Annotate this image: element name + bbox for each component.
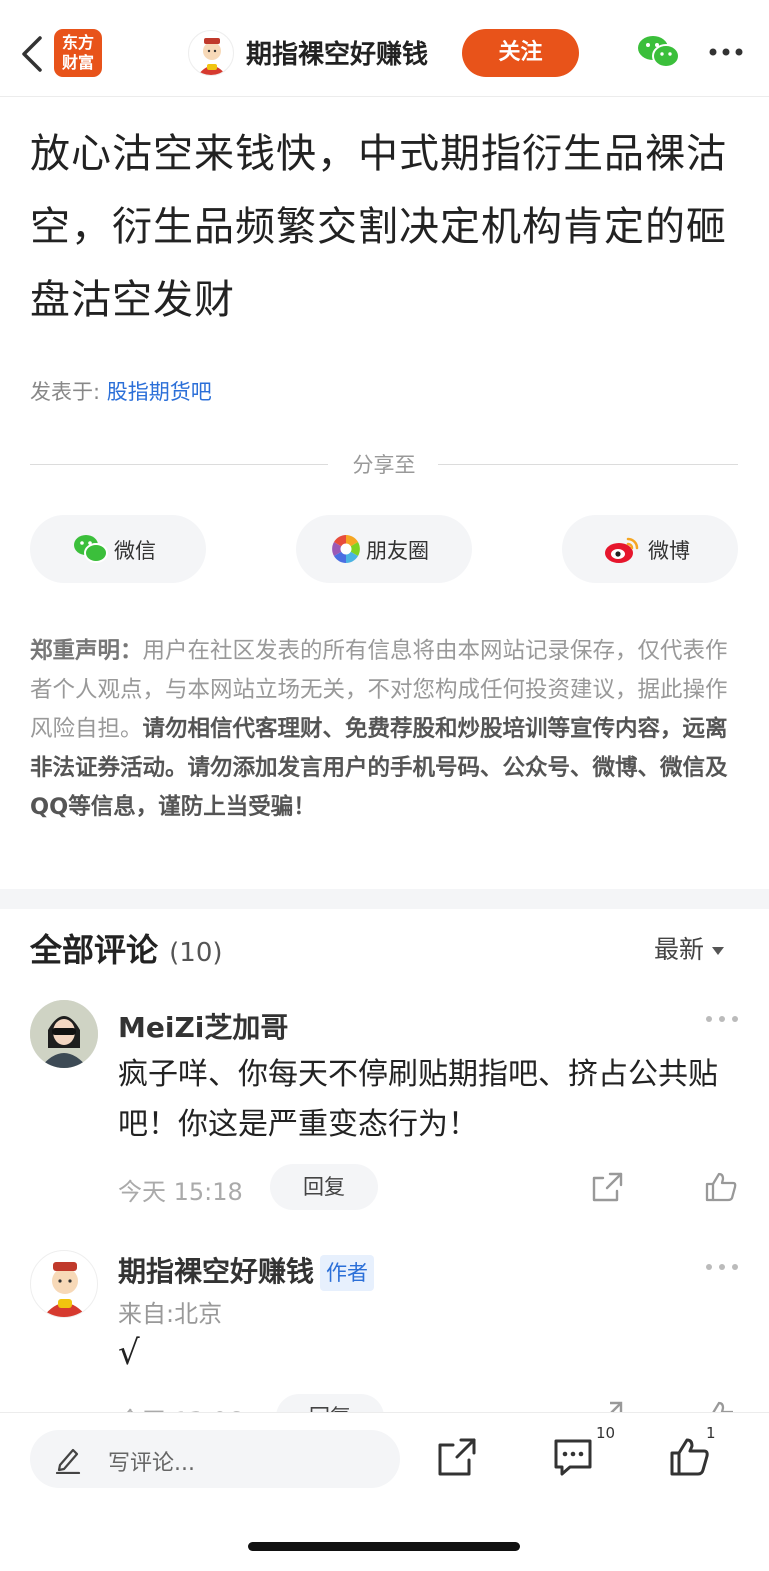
commenter-name[interactable]: 期指裸空好赚钱: [118, 1255, 314, 1288]
back-arrow-icon[interactable]: [18, 34, 46, 74]
share-moments-button[interactable]: 朋友圈: [296, 515, 472, 583]
like-icon[interactable]: [668, 1436, 710, 1478]
like-count-badge: 1: [706, 1424, 716, 1442]
commenter-name[interactable]: MeiZi芝加哥: [118, 1006, 288, 1046]
follow-button[interactable]: 关注: [462, 29, 579, 77]
section-separator: [0, 889, 769, 909]
commenter-avatar[interactable]: [30, 1250, 98, 1318]
commenter-name-row: 期指裸空好赚钱 作者: [118, 1250, 375, 1291]
more-options-icon[interactable]: [705, 1014, 739, 1024]
caishen-avatar-icon: [198, 38, 226, 75]
posted-prefix: 发表于:: [30, 380, 107, 404]
commenter-avatar[interactable]: [30, 1000, 98, 1068]
comments-count: (10): [169, 938, 223, 968]
comment-item: 期指裸空好赚钱作者 来自:北京 √ 今天 13:06 回复: [0, 1248, 769, 1412]
share-heading: 分享至: [30, 447, 738, 477]
share-wechat-label: 微信: [114, 539, 156, 563]
weibo-icon: [605, 537, 639, 563]
brand-line2: 财富: [61, 53, 94, 72]
moments-icon: [332, 535, 360, 563]
sort-dropdown[interactable]: 最新: [654, 930, 725, 966]
comment-item: MeiZi芝加哥 疯子咩、你每天不停刷贴期指吧、挤占公共贴吧！你这是严重变态行为…: [0, 1000, 769, 1215]
more-options-icon[interactable]: [708, 46, 744, 58]
divider: [438, 464, 738, 465]
sort-label: 最新: [654, 935, 705, 964]
forum-link[interactable]: 股指期货吧: [107, 380, 212, 404]
wechat-share-icon[interactable]: [636, 34, 680, 70]
comment-count-badge: 10: [596, 1424, 616, 1442]
more-options-icon[interactable]: [705, 1262, 739, 1272]
posted-in: 发表于: 股指期货吧: [30, 376, 212, 406]
comment-input[interactable]: 写评论...: [30, 1430, 400, 1488]
comment-text: 疯子咩、你每天不停刷贴期指吧、挤占公共贴吧！你这是严重变态行为！: [118, 1057, 718, 1142]
home-indicator: [248, 1542, 520, 1551]
comment-time: 今天 15:18: [118, 1178, 243, 1206]
wechat-icon: [74, 535, 108, 563]
reply-button[interactable]: 回复: [276, 1394, 384, 1412]
share-weibo-label: 微博: [648, 539, 690, 563]
author-avatar[interactable]: [188, 30, 234, 76]
triangle-down-icon: [712, 947, 725, 955]
like-icon[interactable]: [704, 1400, 738, 1412]
share-moments-label: 朋友圈: [366, 539, 429, 563]
top-nav-bar: 东方 财富 期指裸空好赚钱 关注: [0, 0, 769, 97]
comment-icon[interactable]: [552, 1436, 594, 1478]
share-weibo-button[interactable]: 微博: [562, 515, 738, 583]
comment-time: 今天 13:06: [118, 1401, 243, 1412]
like-icon[interactable]: [704, 1171, 738, 1203]
share-wechat-button[interactable]: 微信: [30, 515, 206, 583]
share-icon[interactable]: [590, 1171, 624, 1203]
author-badge: 作者: [320, 1255, 375, 1291]
pencil-icon: [55, 1448, 81, 1474]
eastmoney-logo[interactable]: 东方 财富: [54, 29, 102, 77]
reply-button[interactable]: 回复: [270, 1164, 378, 1210]
disclaimer: 郑重声明：用户在社区发表的所有信息将由本网站记录保存，仅代表作者个人观点，与本网…: [30, 632, 740, 827]
share-icon[interactable]: [590, 1400, 624, 1412]
comment-text: √: [118, 1333, 140, 1373]
comment-location: 来自:北京: [118, 1300, 223, 1328]
comments-title-text: 全部评论: [30, 931, 159, 969]
user-avatar-icon: [30, 1000, 98, 1068]
comment-input-placeholder: 写评论...: [108, 1451, 195, 1476]
comments-title: 全部评论 (10): [30, 925, 223, 971]
disclaimer-head: 郑重声明：: [30, 638, 143, 664]
share-icon[interactable]: [436, 1436, 478, 1478]
brand-line1: 东方: [61, 33, 94, 52]
author-name[interactable]: 期指裸空好赚钱: [246, 34, 428, 71]
post-title: 放心沽空来钱快，中式期指衍生品裸沽空，衍生品频繁交割决定机构肯定的砸盘沽空发财: [30, 131, 727, 323]
caishen-avatar-icon: [43, 1262, 87, 1317]
